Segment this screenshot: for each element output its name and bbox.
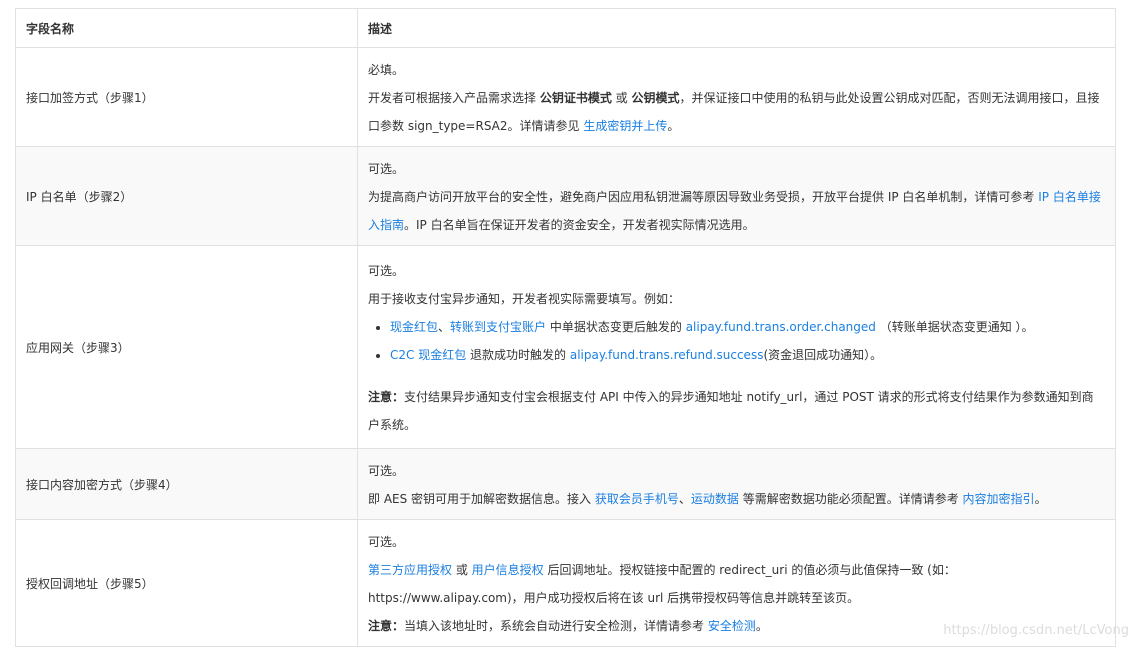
required-text: 必填。: [368, 63, 405, 77]
optional-text: 可选。: [368, 162, 405, 176]
transfer-to-alipay-link[interactable]: 转账到支付宝账户: [450, 320, 546, 334]
content-encryption-guide-link[interactable]: 内容加密指引: [963, 492, 1035, 506]
field-name: IP 白名单（步骤2）: [15, 146, 358, 246]
field-description: 可选。 为提高商户访问开放平台的安全性，避免商户因应用私钥泄漏等原因导致业务受损…: [357, 146, 1116, 246]
table-header-row: 字段名称 描述: [15, 8, 1116, 48]
field-description: 可选。 即 AES 密钥可用于加解密数据信息。接入 获取会员手机号、运动数据 等…: [357, 448, 1116, 520]
field-name: 应用网关（步骤3）: [15, 245, 358, 449]
field-name: 接口内容加密方式（步骤4）: [15, 448, 358, 520]
optional-text: 可选。: [368, 264, 405, 278]
fields-table: 字段名称 描述 接口加签方式（步骤1） 必填。 开发者可根据接入产品需求选择 公…: [15, 8, 1116, 647]
description-text: 为提高商户访问开放平台的安全性，避免商户因应用私钥泄漏等原因导致业务受损，开放平…: [368, 190, 1101, 232]
description-text: 第三方应用授权 或 用户信息授权 后回调地址。授权链接中配置的 redirect…: [368, 563, 956, 605]
watermark: https://blog.csdn.net/LcVong: [943, 623, 1129, 638]
table-row: IP 白名单（步骤2） 可选。 为提高商户访问开放平台的安全性，避免商户因应用私…: [15, 146, 1116, 246]
note-label: 注意：: [368, 390, 405, 404]
field-name: 授权回调地址（步骤5）: [15, 519, 358, 647]
list-item: 现金红包、转账到支付宝账户 中单据状态变更后触发的 alipay.fund.tr…: [390, 313, 1105, 341]
bold-key-mode: 公钥模式: [631, 91, 680, 105]
header-description: 描述: [357, 8, 1116, 48]
cash-redpacket-link[interactable]: 现金红包: [390, 320, 438, 334]
user-info-auth-link[interactable]: 用户信息授权: [472, 563, 544, 577]
description-text: 开发者可根据接入产品需求选择 公钥证书模式 或 公钥模式，并保证接口中使用的私钥…: [368, 91, 1100, 133]
get-member-phone-link[interactable]: 获取会员手机号: [595, 492, 679, 506]
third-party-auth-link[interactable]: 第三方应用授权: [368, 563, 452, 577]
example-list: 现金红包、转账到支付宝账户 中单据状态变更后触发的 alipay.fund.tr…: [368, 313, 1105, 369]
bold-cert-mode: 公钥证书模式: [539, 91, 612, 105]
description-text: 即 AES 密钥可用于加解密数据信息。接入 获取会员手机号、运动数据 等需解密数…: [368, 492, 1047, 506]
optional-text: 可选。: [368, 535, 405, 549]
table-row: 接口内容加密方式（步骤4） 可选。 即 AES 密钥可用于加解密数据信息。接入 …: [15, 448, 1116, 520]
description-text: 用于接收支付宝异步通知，开发者视实际需要填写。例如：: [368, 292, 681, 306]
c2c-redpacket-link[interactable]: C2C 现金红包: [390, 348, 466, 362]
optional-text: 可选。: [368, 464, 405, 478]
list-item: C2C 现金红包 退款成功时触发的 alipay.fund.trans.refu…: [390, 341, 1105, 369]
refund-success-api-link[interactable]: alipay.fund.trans.refund.success: [570, 348, 764, 362]
note-text: 注意：支付结果异步通知支付宝会根据支付 API 中传入的异步通知地址 notif…: [368, 390, 1094, 432]
sport-data-link[interactable]: 运动数据: [691, 492, 739, 506]
table-row: 接口加签方式（步骤1） 必填。 开发者可根据接入产品需求选择 公钥证书模式 或 …: [15, 47, 1116, 147]
generate-key-link[interactable]: 生成密钥并上传: [583, 119, 667, 133]
table-row: 应用网关（步骤3） 可选。 用于接收支付宝异步通知，开发者视实际需要填写。例如：…: [15, 245, 1116, 449]
note-label: 注意：: [368, 619, 405, 633]
field-name: 接口加签方式（步骤1）: [15, 47, 358, 147]
field-description: 可选。 用于接收支付宝异步通知，开发者视实际需要填写。例如： 现金红包、转账到支…: [357, 245, 1116, 449]
order-changed-api-link[interactable]: alipay.fund.trans.order.changed: [686, 320, 876, 334]
header-field-name: 字段名称: [15, 8, 358, 48]
security-check-link[interactable]: 安全检测: [708, 619, 756, 633]
field-description: 必填。 开发者可根据接入产品需求选择 公钥证书模式 或 公钥模式，并保证接口中使…: [357, 47, 1116, 147]
